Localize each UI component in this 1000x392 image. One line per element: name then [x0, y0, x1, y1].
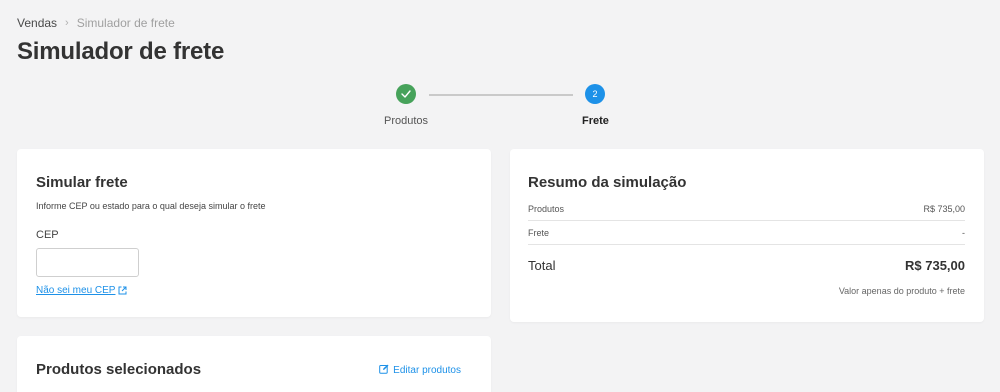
breadcrumb-current: Simulador de frete: [76, 16, 175, 30]
step-produtos-done[interactable]: [396, 84, 416, 104]
breadcrumb: Vendas › Simulador de frete: [17, 16, 175, 30]
resumo-title: Resumo da simulação: [528, 174, 687, 191]
external-link-icon: [118, 286, 127, 295]
step-label-produtos: Produtos: [384, 115, 429, 127]
cep-label: CEP: [36, 229, 59, 241]
total-value: R$ 735,00: [905, 258, 965, 273]
divider: [528, 220, 965, 221]
divider: [528, 244, 965, 245]
resumo-row-label: Frete: [528, 228, 550, 238]
produtos-selecionados-card: Produtos selecionados Editar produtos: [17, 336, 491, 392]
resumo-simulacao-card: Resumo da simulação Produtos R$ 735,00 F…: [510, 149, 984, 322]
editar-produtos-label: Editar produtos: [393, 365, 461, 376]
stepper: 2 Produtos Frete: [360, 84, 630, 134]
check-icon: [401, 85, 411, 103]
editar-produtos-button[interactable]: Editar produtos: [379, 364, 461, 377]
simular-frete-title: Simular frete: [36, 174, 128, 191]
resumo-row-frete: Frete -: [528, 228, 965, 238]
cep-input[interactable]: [36, 248, 139, 277]
edit-icon: [379, 364, 389, 377]
resumo-row-produtos: Produtos R$ 735,00: [528, 204, 965, 214]
produtos-selecionados-title: Produtos selecionados: [36, 361, 202, 378]
breadcrumb-separator-icon: ›: [65, 17, 69, 29]
page-title: Simulador de frete: [17, 38, 225, 65]
stepper-connector: [429, 94, 573, 96]
simular-frete-card: Simular frete Informe CEP ou estado para…: [17, 149, 491, 317]
resumo-row-label: Produtos: [528, 204, 565, 214]
simular-frete-description: Informe CEP ou estado para o qual deseja…: [36, 201, 266, 211]
nao-sei-cep-label: Não sei meu CEP: [36, 285, 116, 296]
resumo-row-total: Total R$ 735,00: [528, 258, 965, 273]
total-label: Total: [528, 258, 556, 273]
resumo-row-value: -: [962, 228, 965, 238]
breadcrumb-vendas-link[interactable]: Vendas: [17, 16, 57, 30]
step-label-frete: Frete: [582, 115, 609, 127]
step-frete-active[interactable]: 2: [585, 84, 605, 104]
resumo-note: Valor apenas do produto + frete: [838, 286, 965, 296]
nao-sei-cep-link[interactable]: Não sei meu CEP: [36, 285, 127, 296]
resumo-row-value: R$ 735,00: [923, 204, 965, 214]
